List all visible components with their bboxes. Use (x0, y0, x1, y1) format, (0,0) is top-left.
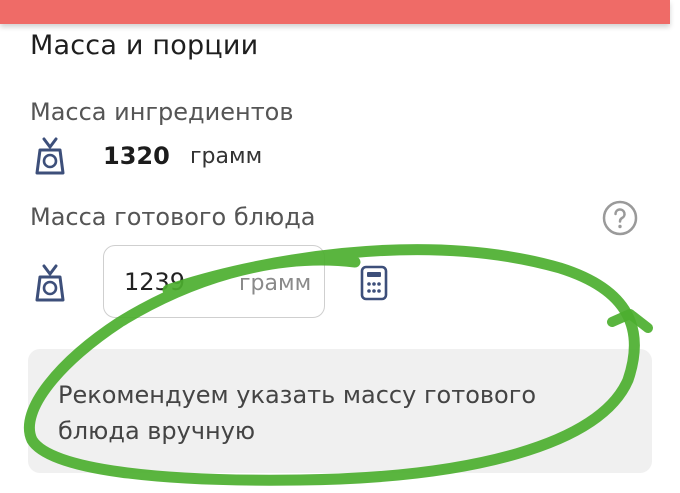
question-circle-icon[interactable] (602, 200, 638, 236)
ingredients-mass-unit: грамм (190, 144, 263, 169)
ingredients-mass-label: Масса ингредиентов (30, 98, 294, 126)
final-dish-mass-unit: грамм (239, 271, 312, 296)
top-bar (0, 0, 670, 24)
recommendation-hint: Рекомендуем указать массу готового блюда… (28, 349, 652, 473)
calculator-icon[interactable] (360, 265, 388, 301)
final-dish-mass-value: 1239 (124, 268, 186, 296)
section-title: Масса и порции (30, 30, 259, 61)
final-dish-mass-input[interactable]: 1239 грамм (103, 245, 325, 318)
scale-icon (35, 137, 65, 175)
scale-icon (35, 264, 65, 302)
final-dish-mass-label: Масса готового блюда (30, 203, 316, 231)
ingredients-mass-value: 1320 (103, 142, 170, 170)
recommendation-hint-text: Рекомендуем указать массу готового блюда… (58, 381, 537, 445)
